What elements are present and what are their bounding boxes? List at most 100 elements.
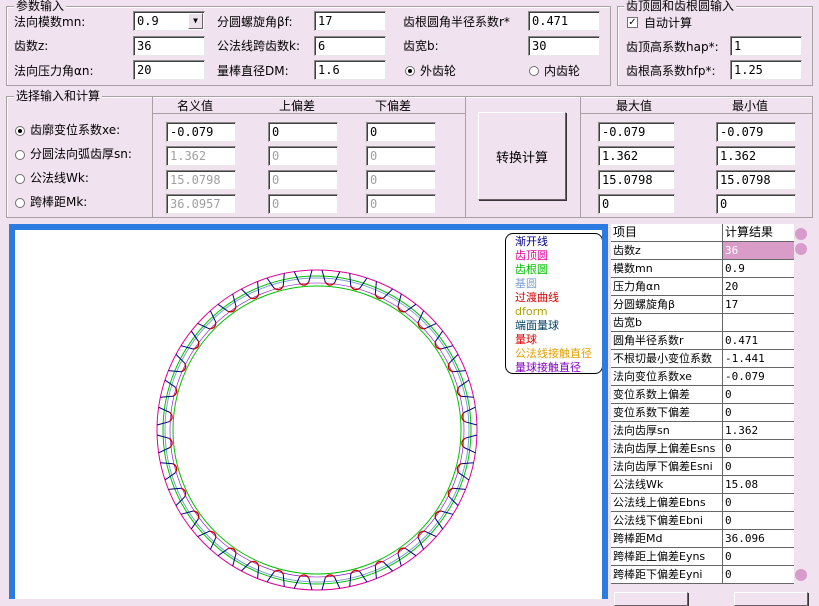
result-value: -1.441 xyxy=(723,350,794,367)
sn-upper-input[interactable]: 0 xyxy=(268,146,338,166)
scroll-down-knob[interactable] xyxy=(795,569,807,581)
mk-min-value: 0 xyxy=(716,194,796,214)
teeth-input[interactable]: 36 xyxy=(133,36,205,56)
scroll-up-knob[interactable] xyxy=(795,228,807,240)
results-header-item: 项目 xyxy=(611,224,723,241)
pressure-angle-input[interactable]: 20 xyxy=(133,60,205,80)
legend-base-circle: 基圆 xyxy=(515,277,537,290)
normal-module-label: 法向模数mn: xyxy=(14,15,86,29)
result-row[interactable]: 跨棒距下偏差Eyni 0 xyxy=(611,566,794,584)
span-teeth-input[interactable]: 6 xyxy=(314,36,386,56)
hfp-input[interactable]: 1.25 xyxy=(730,60,802,80)
scroll-thumb[interactable] xyxy=(795,243,807,255)
pin-dia-input[interactable]: 1.6 xyxy=(314,60,386,80)
result-value: -0.079 xyxy=(723,368,794,385)
convert-button[interactable]: 转换计算 xyxy=(478,112,566,200)
xe-nominal-input[interactable]: -0.079 xyxy=(166,122,236,142)
xe-radio[interactable] xyxy=(15,126,25,136)
hap-label: 齿顶高系数hap*: xyxy=(626,40,719,54)
bottom-button-right[interactable] xyxy=(734,592,808,606)
col-upper-header: 上偏差 xyxy=(278,99,315,113)
wk-lower-input[interactable]: 0 xyxy=(366,170,436,190)
result-row[interactable]: 法向齿厚sn 1.362 xyxy=(611,422,794,440)
legend-involute: 渐开线 xyxy=(515,235,548,248)
result-row[interactable]: 模数mn 0.9 xyxy=(611,260,794,278)
result-item: 跨棒距上偏差Eyns xyxy=(611,548,723,565)
chevron-down-icon[interactable]: ▼ xyxy=(188,13,203,29)
result-value: 0 xyxy=(723,404,794,421)
xe-min-value: -0.079 xyxy=(716,122,796,142)
result-value: 0 xyxy=(723,458,794,475)
wk-max-value: 15.0798 xyxy=(598,170,675,190)
internal-gear-radio[interactable] xyxy=(529,66,539,76)
result-row[interactable]: 变位系数上偏差 0 xyxy=(611,386,794,404)
legend-span-contact-dia: 公法线接触直径 xyxy=(515,347,592,360)
result-item: 圆角半径系数r xyxy=(611,332,723,349)
wk-radio[interactable] xyxy=(15,174,25,184)
mk-lower-input[interactable]: 0 xyxy=(366,194,436,214)
result-row[interactable]: 齿数z 36 xyxy=(611,242,794,260)
result-value: 0 xyxy=(723,440,794,457)
result-item: 跨棒距下偏差Eyni xyxy=(611,566,723,583)
result-row[interactable]: 压力角αn 20 xyxy=(611,278,794,296)
bottom-button-left[interactable] xyxy=(614,592,688,606)
result-row[interactable]: 公法线下偏差Ebni 0 xyxy=(611,512,794,530)
helix-angle-label: 分圆螺旋角βf: xyxy=(217,15,293,29)
results-scrollbar[interactable] xyxy=(794,224,810,583)
legend-dform: dform xyxy=(515,305,548,318)
sn-max-value: 1.362 xyxy=(598,146,675,166)
result-value: 0 xyxy=(723,512,794,529)
wk-upper-input[interactable]: 0 xyxy=(268,170,338,190)
result-row[interactable]: 跨棒距上偏差Eyns 0 xyxy=(611,548,794,566)
xe-label[interactable]: 齿廓变位系数xe: xyxy=(30,123,120,137)
result-item: 法向变位系数xe xyxy=(611,368,723,385)
root-radius-input[interactable]: 0.471 xyxy=(528,11,600,31)
result-row[interactable]: 法向齿厚上偏差Esns 0 xyxy=(611,440,794,458)
sn-min-value: 1.362 xyxy=(716,146,796,166)
sn-label[interactable]: 分圆法向弧齿厚sn: xyxy=(30,147,132,161)
result-value: 0 xyxy=(723,548,794,565)
mk-label[interactable]: 跨棒距Mk: xyxy=(30,195,87,209)
external-gear-label[interactable]: 外齿轮 xyxy=(420,64,456,78)
mk-upper-input[interactable]: 0 xyxy=(268,194,338,214)
result-row[interactable]: 公法线Wk 15.08 xyxy=(611,476,794,494)
xe-upper-input[interactable]: 0 xyxy=(268,122,338,142)
result-row[interactable]: 公法线上偏差Ebns 0 xyxy=(611,494,794,512)
internal-gear-label[interactable]: 内齿轮 xyxy=(544,64,580,78)
result-item: 不根切最小变位系数 xyxy=(611,350,723,367)
result-row[interactable]: 法向变位系数xe -0.079 xyxy=(611,368,794,386)
result-item: 压力角αn xyxy=(611,278,723,295)
gear-canvas[interactable]: 渐开线 齿顶圆 齿根圆 基圆 过渡曲线 dform 端面量球 量球 公法线接触直… xyxy=(9,224,608,599)
result-value: 1.362 xyxy=(723,422,794,439)
auto-calc-checkbox[interactable]: ✓ xyxy=(627,17,638,28)
helix-angle-input[interactable]: 17 xyxy=(314,11,386,31)
result-row[interactable]: 不根切最小变位系数 -1.441 xyxy=(611,350,794,368)
sn-nominal-input[interactable]: 1.362 xyxy=(166,146,236,166)
result-row[interactable]: 变位系数下偏差 0 xyxy=(611,404,794,422)
result-row[interactable]: 法向齿厚下偏差Esni 0 xyxy=(611,458,794,476)
normal-module-select[interactable]: 0.9 ▼ xyxy=(133,11,205,31)
sn-radio[interactable] xyxy=(15,150,25,160)
result-value xyxy=(723,314,794,331)
face-width-input[interactable]: 30 xyxy=(528,36,600,56)
wk-label[interactable]: 公法线Wk: xyxy=(30,171,89,185)
result-row[interactable]: 圆角半径系数r 0.471 xyxy=(611,332,794,350)
mk-radio[interactable] xyxy=(15,198,25,208)
sn-lower-input[interactable]: 0 xyxy=(366,146,436,166)
result-value: 0.471 xyxy=(723,332,794,349)
mk-nominal-input[interactable]: 36.0957 xyxy=(166,194,236,214)
result-row[interactable]: 齿宽b xyxy=(611,314,794,332)
external-gear-radio[interactable] xyxy=(405,66,415,76)
results-header-row: 项目 计算结果 xyxy=(611,224,794,242)
result-row[interactable]: 跨棒距Md 36.096 xyxy=(611,530,794,548)
results-table: 项目 计算结果 齿数z 36 模数mn 0.9 压力角αn 20 分圆螺旋角β 17 齿宽b 圆角… xyxy=(611,224,794,584)
result-row[interactable]: 分圆螺旋角β 17 xyxy=(611,296,794,314)
result-item: 公法线Wk xyxy=(611,476,723,493)
wk-nominal-input[interactable]: 15.0798 xyxy=(166,170,236,190)
result-value: 15.08 xyxy=(723,476,794,493)
auto-calc-label[interactable]: 自动计算 xyxy=(644,16,692,30)
hap-input[interactable]: 1 xyxy=(730,36,802,56)
xe-lower-input[interactable]: 0 xyxy=(366,122,436,142)
result-value: 0 xyxy=(723,566,794,583)
result-item: 法向齿厚上偏差Esns xyxy=(611,440,723,457)
